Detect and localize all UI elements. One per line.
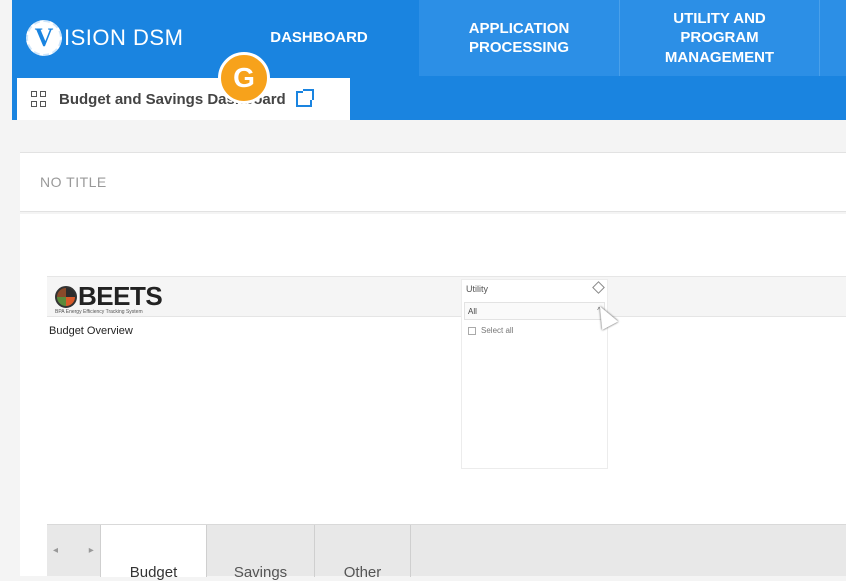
report-tab-savings-label: Savings [233, 564, 288, 581]
external-link-icon[interactable] [295, 89, 314, 107]
report-tab-budget-label: Budget [129, 564, 178, 581]
budget-overview-title: Budget Overview [49, 325, 133, 337]
slicer-option-label: Select all [481, 326, 514, 335]
slicer-title: Utility [466, 284, 488, 294]
grid-icon [31, 91, 47, 107]
g-badge-icon: G [218, 52, 270, 104]
report-header-strip [47, 277, 846, 317]
beets-subtitle: BPA Energy Efficiency Tracking System [55, 309, 143, 315]
logo-text-prefix: ISION [64, 25, 127, 50]
logo-mark: V [26, 20, 62, 56]
nav-application-processing[interactable]: APPLICATION PROCESSING [419, 0, 619, 76]
slicer-option-select-all[interactable]: Select all [468, 326, 513, 335]
beets-brand: BEETS [78, 281, 163, 311]
panel-title: NO TITLE [20, 152, 846, 212]
tab-budget-savings-dashboard[interactable]: Budget and Savings Dashboard [17, 78, 350, 120]
logo-text-suffix: DSM [133, 25, 184, 50]
slicer-selected-value: All [468, 307, 477, 316]
beets-logo: BEETS [55, 281, 163, 312]
report-tab-savings[interactable]: Savings [207, 525, 315, 581]
report-tab-other[interactable]: Other [315, 525, 411, 581]
report-tab-budget[interactable]: Budget [100, 525, 207, 581]
nav-more[interactable] [819, 0, 846, 76]
vision-dsm-logo[interactable]: V ISION DSM [26, 14, 183, 62]
nav-utility-program-management-label: UTILITY AND PROGRAM MANAGEMENT [664, 9, 775, 66]
nav-dashboard-label: DASHBOARD [270, 29, 368, 47]
checkbox-icon[interactable] [468, 326, 476, 335]
logo-text: ISION DSM [64, 25, 183, 51]
report-page-tabs: ◂ ▸ Budget Savings Other [47, 524, 846, 581]
beets-magnifier-icon [55, 285, 77, 308]
panel-title-text: NO TITLE [40, 174, 107, 190]
nav-utility-program-management[interactable]: UTILITY AND PROGRAM MANAGEMENT [619, 0, 819, 76]
top-navigation-bar: V ISION DSM DASHBOARD APPLICATION PROCES… [12, 0, 846, 120]
nav-application-processing-label: APPLICATION PROCESSING [468, 19, 570, 57]
eraser-icon[interactable] [592, 281, 605, 294]
slicer-dropdown[interactable]: All ^ [464, 302, 605, 320]
utility-slicer: Utility All ^ Select all [461, 279, 608, 469]
report-tab-other-label: Other [343, 564, 382, 581]
